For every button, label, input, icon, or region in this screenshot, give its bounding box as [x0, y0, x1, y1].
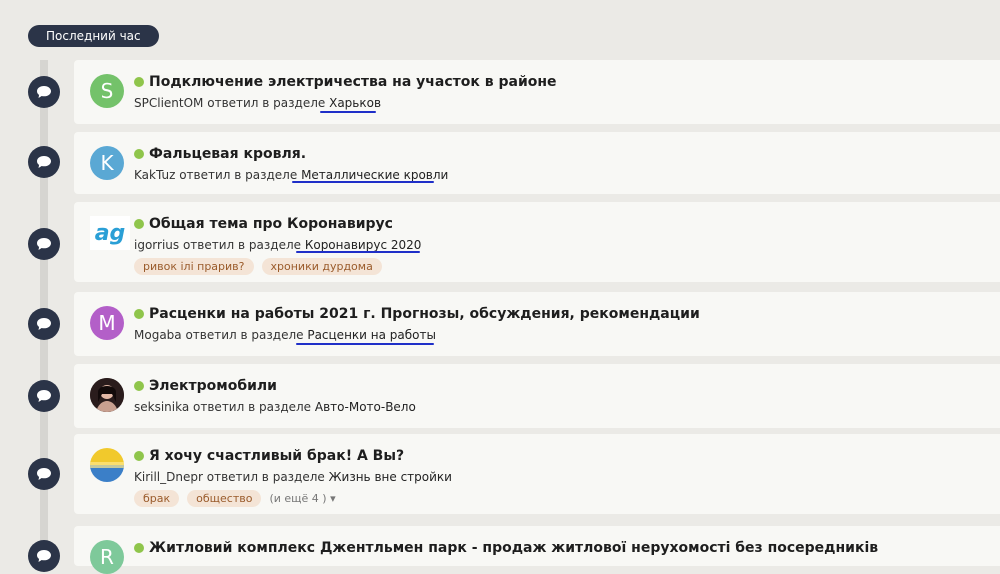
tag[interactable]: ривок ілі прарив? — [134, 258, 254, 275]
handwritten-underline — [296, 251, 420, 253]
thread-card[interactable]: R Житловий комплекс Джентльмен парк - пр… — [74, 526, 1000, 574]
username[interactable]: igorrius — [134, 238, 179, 252]
avatar[interactable] — [90, 448, 124, 482]
username[interactable]: Kirill_Dnepr — [134, 470, 203, 484]
username[interactable]: KakTuz — [134, 168, 175, 182]
thread-meta: seksinika ответил в разделе Авто-Мото-Ве… — [134, 400, 416, 414]
time-filter-label: Последний час — [28, 25, 159, 47]
thread-title[interactable]: Фальцевая кровля. — [149, 146, 306, 162]
thread-meta: Kirill_Dnepr ответил в разделе Жизнь вне… — [134, 470, 452, 484]
tag[interactable]: общество — [187, 490, 262, 507]
forum-link[interactable]: Жизнь вне стройки — [329, 470, 452, 484]
thread-card[interactable]: Я хочу счастливый брак! А Вы? Kirill_Dne… — [74, 434, 1000, 514]
avatar[interactable]: R — [90, 540, 124, 574]
tag-list: брак общество (и ещё 4 ) ▾ — [134, 490, 336, 507]
handwritten-underline — [296, 343, 434, 345]
avatar[interactable] — [90, 378, 124, 412]
action-text: ответил в разделе — [182, 238, 301, 252]
thread-meta: SPClientOM ответил в разделе Харьков — [134, 96, 381, 110]
thread-title[interactable]: Общая тема про Коронавирус — [149, 216, 393, 232]
unread-dot-icon — [134, 219, 144, 229]
forum-link[interactable]: Металлические кровли — [301, 168, 448, 182]
avatar[interactable]: S — [90, 74, 124, 108]
avatar[interactable]: M — [90, 306, 124, 340]
chevron-down-icon: ▾ — [330, 492, 336, 505]
avatar[interactable]: K — [90, 146, 124, 180]
unread-dot-icon — [134, 149, 144, 159]
unread-dot-icon — [134, 309, 144, 319]
comment-bubble-icon — [28, 146, 60, 178]
action-text: ответил в разделе — [207, 96, 326, 110]
handwritten-underline — [320, 111, 376, 113]
action-text: ответил в разделе — [185, 328, 304, 342]
forum-link[interactable]: Расценки на работы — [307, 328, 436, 342]
comment-bubble-icon — [28, 380, 60, 412]
handwritten-underline — [292, 181, 434, 183]
thread-card[interactable]: ag Общая тема про Коронавирус igorrius о… — [74, 202, 1000, 282]
thread-title[interactable]: Подключение электричества на участок в р… — [149, 74, 557, 90]
forum-link[interactable]: Коронавирус 2020 — [305, 238, 422, 252]
thread-card[interactable]: Электромобили seksinika ответил в раздел… — [74, 364, 1000, 428]
unread-dot-icon — [134, 451, 144, 461]
tag[interactable]: брак — [134, 490, 180, 507]
action-text: ответил в разделе — [179, 168, 298, 182]
thread-title[interactable]: Расценки на работы 2021 г. Прогнозы, обс… — [149, 306, 700, 322]
comment-bubble-icon — [28, 76, 60, 108]
username[interactable]: Mogaba — [134, 328, 182, 342]
comment-bubble-icon — [28, 228, 60, 260]
tag-list: ривок ілі прарив? хроники дурдома — [134, 258, 390, 275]
comment-bubble-icon — [28, 540, 60, 572]
action-text: ответил в разделе — [193, 400, 312, 414]
comment-bubble-icon — [28, 458, 60, 490]
thread-title[interactable]: Я хочу счастливый брак! А Вы? — [149, 448, 404, 464]
thread-title[interactable]: Электромобили — [149, 378, 277, 394]
username[interactable]: seksinika — [134, 400, 189, 414]
username[interactable]: SPClientOM — [134, 96, 203, 110]
thread-card[interactable]: S Подключение электричества на участок в… — [74, 60, 1000, 124]
comment-bubble-icon — [28, 308, 60, 340]
thread-meta: Mogaba ответил в разделе Расценки на раб… — [134, 328, 436, 342]
forum-link[interactable]: Авто-Мото-Вело — [315, 400, 416, 414]
tag[interactable]: хроники дурдома — [261, 258, 382, 275]
forum-link[interactable]: Харьков — [329, 96, 381, 110]
thread-card[interactable]: M Расценки на работы 2021 г. Прогнозы, о… — [74, 292, 1000, 356]
unread-dot-icon — [134, 77, 144, 87]
thread-title[interactable]: Житловий комплекс Джентльмен парк - прод… — [149, 540, 878, 556]
more-tags-toggle[interactable]: (и ещё 4 ) ▾ — [269, 492, 335, 505]
thread-meta: igorrius ответил в разделе Коронавирус 2… — [134, 238, 421, 252]
thread-card[interactable]: K Фальцевая кровля. KakTuz ответил в раз… — [74, 132, 1000, 194]
unread-dot-icon — [134, 543, 144, 553]
thread-meta: KakTuz ответил в разделе Металлические к… — [134, 168, 448, 182]
unread-dot-icon — [134, 381, 144, 391]
avatar[interactable]: ag — [90, 216, 130, 250]
action-text: ответил в разделе — [206, 470, 325, 484]
